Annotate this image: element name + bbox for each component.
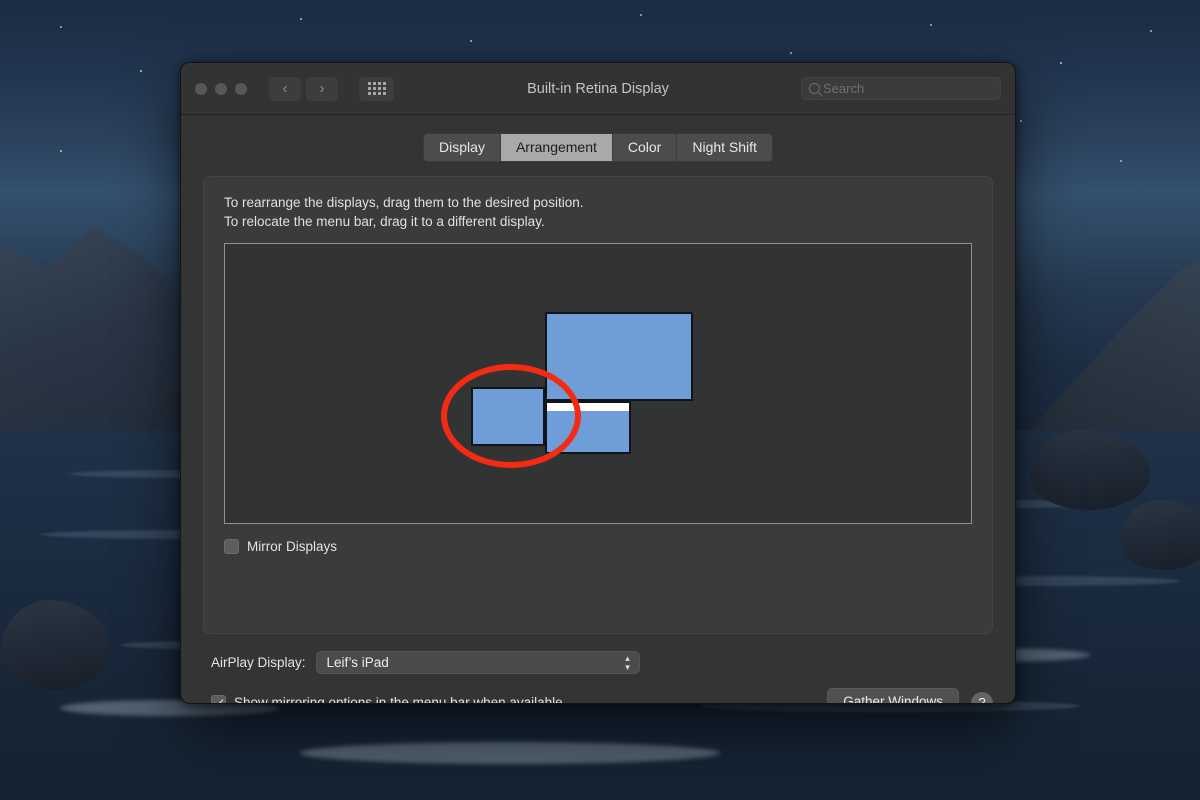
airplay-display-label: AirPlay Display: — [211, 655, 306, 670]
close-button[interactable] — [195, 82, 207, 95]
navigation-buttons[interactable]: ‹ › — [269, 76, 394, 101]
mirror-displays-row[interactable]: Mirror Displays — [224, 539, 972, 554]
star — [1020, 120, 1022, 122]
tab-arrangement[interactable]: Arrangement — [500, 134, 613, 161]
display-tile-built-in[interactable] — [545, 401, 631, 454]
system-preferences-window: ‹ › Built-in Retina Display Search Displ… — [180, 62, 1016, 704]
window-content: Display Arrangement Color Night Shift To… — [181, 115, 1015, 703]
star — [470, 40, 472, 42]
zoom-button[interactable] — [235, 82, 247, 95]
star — [60, 150, 62, 152]
window-titlebar[interactable]: ‹ › Built-in Retina Display Search — [181, 63, 1015, 115]
instructions-text: To rearrange the displays, drag them to … — [224, 193, 972, 231]
bottom-controls-row: Show mirroring options in the menu bar w… — [203, 688, 993, 704]
show-mirroring-row[interactable]: Show mirroring options in the menu bar w… — [211, 695, 563, 704]
grid-dots — [367, 82, 386, 95]
desktop-wallpaper: ‹ › Built-in Retina Display Search Displ… — [0, 0, 1200, 800]
star — [1060, 62, 1062, 64]
airplay-display-popup[interactable]: Leif’s iPad ▲ ▼ — [315, 651, 640, 674]
airplay-display-row: AirPlay Display: Leif’s iPad ▲ ▼ — [203, 651, 993, 674]
tab-bar: Display Arrangement Color Night Shift — [203, 133, 993, 162]
tab-night-shift[interactable]: Night Shift — [677, 134, 772, 161]
traffic-light-buttons[interactable] — [195, 82, 247, 95]
display-tile-external[interactable] — [545, 312, 693, 401]
forward-icon[interactable]: › — [306, 76, 338, 101]
star — [640, 14, 642, 16]
star — [60, 26, 62, 28]
mirror-displays-label: Mirror Displays — [247, 539, 338, 554]
search-icon — [809, 83, 820, 94]
instructions-line-2: To relocate the menu bar, drag it to a d… — [224, 214, 545, 229]
instructions-line-1: To rearrange the displays, drag them to … — [224, 195, 584, 210]
sea-rock — [1120, 500, 1200, 570]
star — [1150, 30, 1152, 32]
star — [1120, 160, 1122, 162]
display-tile-airplay-ipad[interactable] — [471, 387, 545, 446]
display-arrangement-canvas[interactable] — [224, 243, 972, 524]
show-mirroring-label: Show mirroring options in the menu bar w… — [234, 695, 563, 704]
arrangement-panel: To rearrange the displays, drag them to … — [203, 176, 993, 634]
back-icon[interactable]: ‹ — [269, 76, 301, 101]
mirror-displays-checkbox[interactable] — [224, 539, 239, 554]
help-button[interactable]: ? — [971, 691, 993, 703]
menu-bar-strip[interactable] — [547, 403, 629, 411]
search-placeholder: Search — [823, 81, 865, 96]
tab-group: Display Arrangement Color Night Shift — [423, 133, 773, 162]
star — [300, 18, 302, 20]
minimize-button[interactable] — [215, 82, 227, 95]
show-mirroring-checkbox[interactable] — [211, 695, 226, 703]
star — [140, 70, 142, 72]
show-all-grid-icon[interactable] — [359, 76, 394, 101]
airplay-display-value: Leif’s iPad — [326, 655, 389, 670]
chevron-up-down-icon[interactable]: ▲ ▼ — [624, 654, 632, 671]
tab-display[interactable]: Display — [424, 134, 501, 161]
star — [790, 52, 792, 54]
tab-color[interactable]: Color — [612, 134, 678, 161]
gather-windows-button[interactable]: Gather Windows — [827, 688, 959, 703]
sea-foam — [300, 742, 720, 764]
search-field[interactable]: Search — [801, 77, 1001, 100]
